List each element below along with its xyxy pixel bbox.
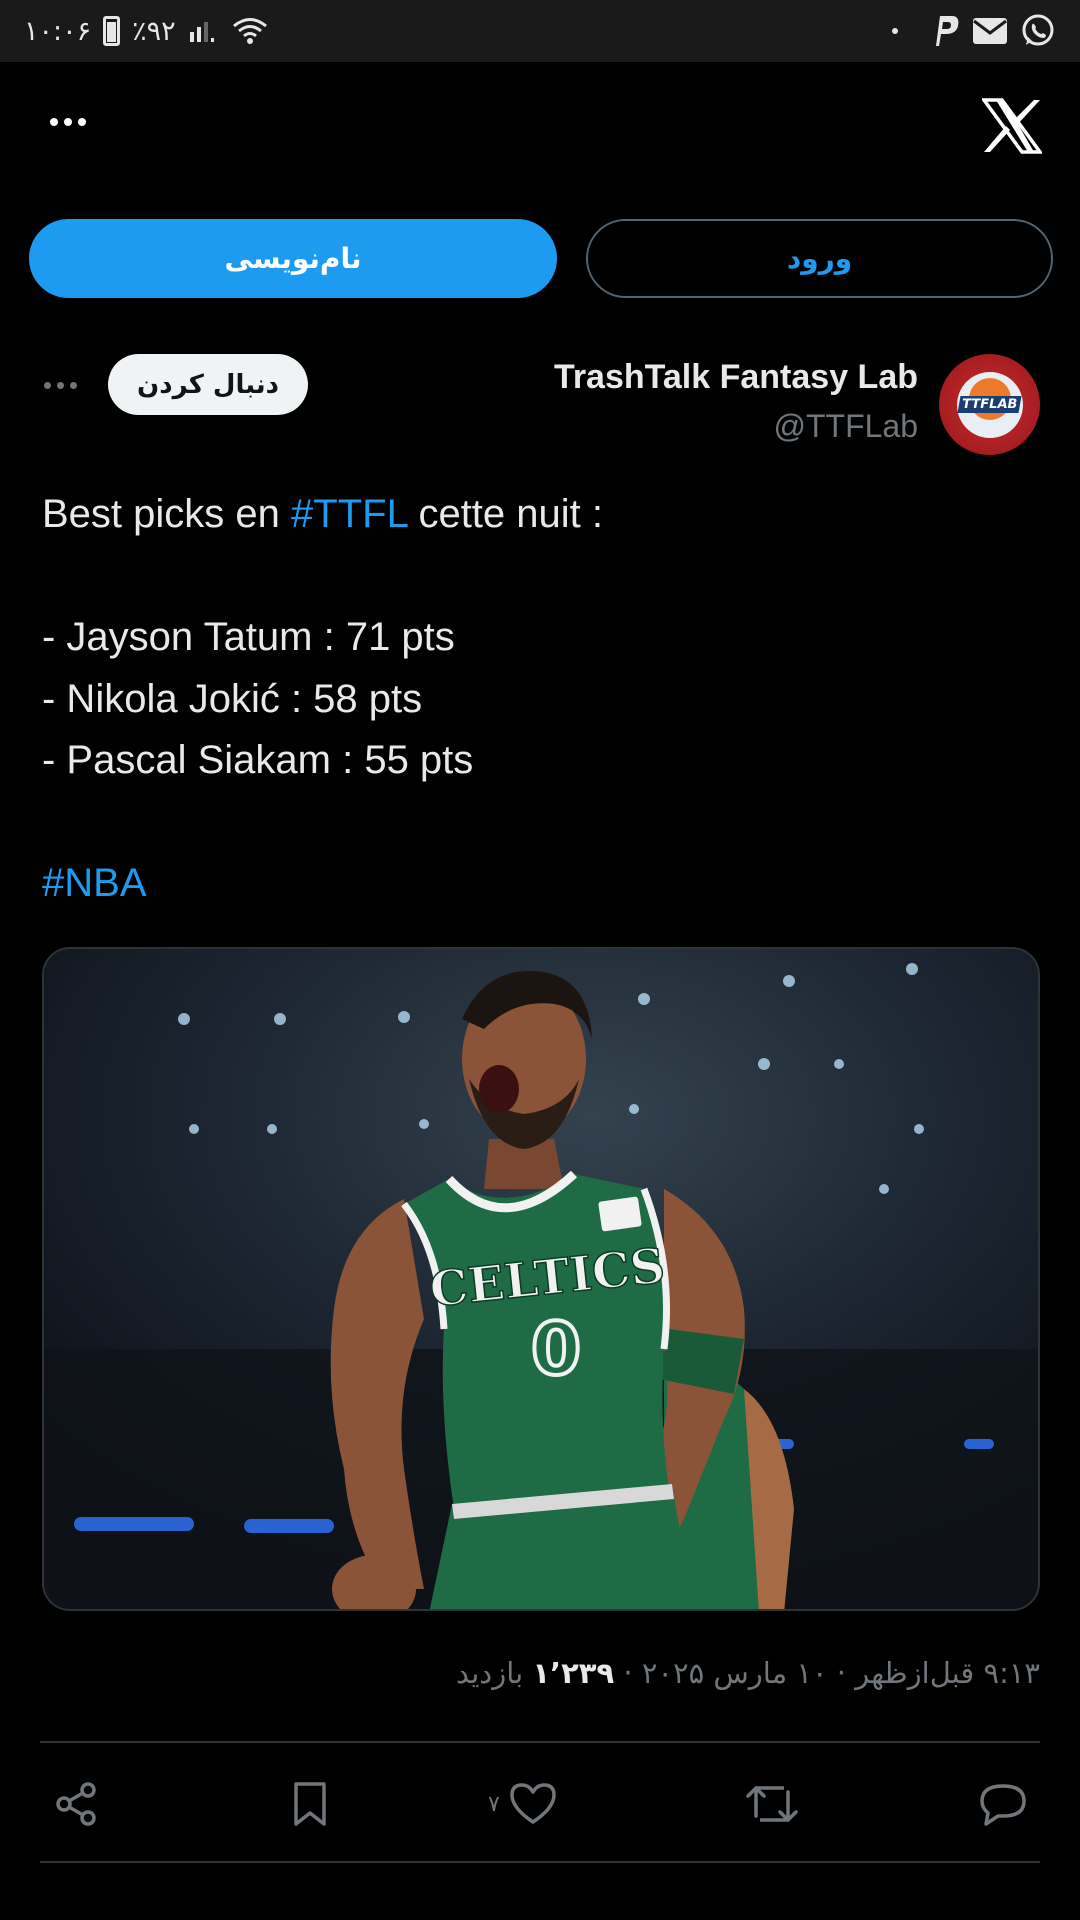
- status-bar-right: [892, 13, 1056, 49]
- battery-icon: [103, 16, 121, 46]
- signup-button[interactable]: نام‌نویسی: [29, 219, 557, 298]
- more-options-icon[interactable]: [50, 118, 86, 126]
- x-logo-icon[interactable]: [982, 98, 1042, 154]
- repost-button[interactable]: [744, 1762, 800, 1846]
- follow-button[interactable]: دنبال کردن: [108, 354, 308, 415]
- clock: ۱۰:۰۶: [24, 15, 92, 47]
- avatar-logo-text: TTFLAB: [957, 396, 1022, 413]
- status-bar-left: ۱۰:۰۶ ٪۹۲: [24, 16, 270, 47]
- tweet-meta: ۹:۱۳ قبل‌ازظهر · ۱۰ مارس ۲۰۲۵ · ۱٬۲۳۹ با…: [456, 1656, 1040, 1690]
- mail-icon: [972, 17, 1008, 45]
- pick-line: - Nikola Jokić : 58 pts: [42, 676, 423, 721]
- battery-level: ٪۹۲: [132, 15, 176, 47]
- hashtag-nba-link[interactable]: #NBA: [42, 861, 147, 905]
- pick-line: - Jayson Tatum : 71 pts: [42, 615, 455, 659]
- like-count: ۷: [488, 1791, 500, 1817]
- whatsapp-icon: [1020, 13, 1056, 49]
- views-label: بازدید: [456, 1656, 524, 1690]
- bookmark-button[interactable]: [286, 1762, 334, 1846]
- jersey-number-text: 0: [531, 1307, 581, 1391]
- player-photo: CELTICS 0: [44, 949, 1038, 1609]
- author-handle[interactable]: @TTFLab: [773, 408, 918, 445]
- like-button[interactable]: ۷: [488, 1762, 558, 1846]
- sponsor-patch: [598, 1196, 642, 1232]
- tweet-more-icon[interactable]: [44, 382, 77, 389]
- reply-button[interactable]: [978, 1762, 1028, 1846]
- hashtag-ttfl-link[interactable]: #TTFL: [291, 492, 407, 536]
- author-name[interactable]: TrashTalk Fantasy Lab: [554, 358, 918, 397]
- views-count: ۱٬۲۳۹: [532, 1656, 615, 1690]
- parking-app-icon: [930, 14, 960, 48]
- tweet-line-intro: Best picks en #TTFL cette nuit :: [42, 492, 603, 536]
- tweet-date[interactable]: ۱۰ مارس ۲۰۲۵: [642, 1656, 828, 1690]
- top-bar: [0, 62, 1080, 192]
- share-button[interactable]: [52, 1762, 100, 1846]
- tweet-text: Best picks en #TTFL cette nuit : - Jayso…: [42, 484, 1042, 915]
- login-button[interactable]: ورود: [586, 219, 1053, 298]
- tweet-time[interactable]: ۹:۱۳ قبل‌ازظهر: [855, 1656, 1040, 1690]
- status-bar: ۱۰:۰۶ ٪۹۲: [0, 0, 1080, 62]
- wifi-icon: [230, 16, 270, 46]
- reply-icon: [980, 1784, 1026, 1826]
- share-icon: [56, 1782, 96, 1826]
- repost-icon: [746, 1786, 798, 1822]
- avatar[interactable]: TTFLAB: [939, 354, 1040, 455]
- tweet-media-image[interactable]: CELTICS 0: [42, 947, 1040, 1611]
- signal-icon: [188, 18, 218, 44]
- notification-dot-icon: [892, 28, 898, 34]
- divider: [40, 1861, 1040, 1863]
- heart-icon: [510, 1783, 556, 1824]
- bookmark-icon: [294, 1782, 326, 1826]
- divider: [40, 1741, 1040, 1743]
- pick-line: - Pascal Siakam : 55 pts: [42, 738, 474, 782]
- tweet-actions: ۷: [0, 1762, 1080, 1846]
